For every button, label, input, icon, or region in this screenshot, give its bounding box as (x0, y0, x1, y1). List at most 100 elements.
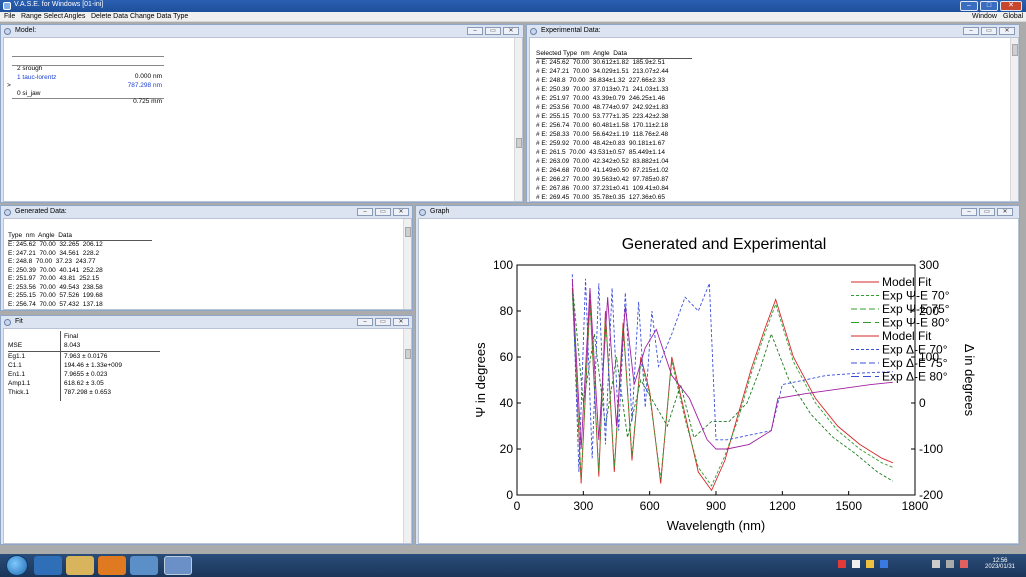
y2-tick-label: 0 (919, 396, 926, 410)
restore-button[interactable]: ▭ (485, 27, 501, 35)
volume-icon[interactable] (946, 560, 954, 568)
fit-param-value: 7.9655 ± 0.023 (64, 371, 108, 378)
clock[interactable]: 12:56 2023/01/31 (980, 558, 1020, 570)
model-scrollbar[interactable] (514, 38, 522, 201)
generated-row[interactable]: E: 245.62 70.00 32.265 206.12 (8, 241, 103, 249)
experimental-row[interactable]: # E: 269.45 70.00 35.78±0.35 127.36±0.65 (536, 194, 665, 201)
experimental-row[interactable]: # E: 259.92 70.00 48.42±0.83 90.181±1.67 (536, 140, 665, 148)
minimize-button[interactable]: – (963, 27, 979, 35)
close-button[interactable]: ✕ (1000, 1, 1022, 11)
start-button[interactable] (6, 555, 28, 576)
generated-row[interactable]: E: 247.21 70.00 34.561 228.2 (8, 250, 99, 258)
network-icon[interactable] (932, 560, 940, 568)
menu-window[interactable]: Window (972, 12, 997, 22)
y-tick-label: 80 (500, 304, 514, 318)
experimental-row[interactable]: # E: 267.86 70.00 37.231±0.41 109.41±0.8… (536, 185, 669, 193)
experimental-row[interactable]: # E: 250.39 70.00 37.013±0.71 241.03±1.3… (536, 86, 669, 94)
y2-tick-label: 300 (919, 258, 939, 272)
scroll-thumb[interactable] (405, 349, 411, 359)
window-icon (4, 28, 11, 35)
x-tick-label: 600 (640, 499, 660, 513)
y-axis-label: Ψ in degrees (473, 342, 488, 418)
menu-change-data-type[interactable]: Change Data Type (130, 12, 188, 22)
fit-col-header: Final (64, 333, 79, 340)
y-tick-label: 60 (500, 350, 514, 364)
generated-row[interactable]: E: 251.97 70.00 43.81 252.15 (8, 275, 99, 283)
generated-scrollbar[interactable] (403, 219, 411, 309)
close-button[interactable]: ✕ (393, 208, 409, 216)
scroll-thumb[interactable] (1012, 44, 1018, 56)
generated-row[interactable]: E: 256.74 70.00 57.432 137.18 (8, 301, 103, 309)
generated-content: Type nm Angle Data E: 245.62 70.00 32.26… (3, 218, 412, 310)
close-button[interactable]: ✕ (997, 208, 1013, 216)
experimental-row[interactable]: # E: 256.74 70.00 60.481±1.58 170.11±2.1… (536, 122, 668, 130)
model-window: Model: – ▭ ✕ 2 srough 0.000 nm 1 tauc-lo… (0, 24, 524, 203)
fit-scrollbar[interactable] (403, 329, 411, 543)
fit-content: Final MSE 8.043 Eg1.1 7.963 ± 0.0176 C1.1 1… (3, 328, 412, 544)
close-button[interactable]: ✕ (503, 27, 519, 35)
restore-button[interactable]: ▭ (981, 27, 997, 35)
close-button[interactable]: ✕ (393, 318, 409, 326)
menu-angles[interactable]: Angles (64, 12, 85, 22)
help-icon[interactable] (880, 560, 888, 568)
ime-icon[interactable] (852, 560, 860, 568)
menu-range-select[interactable]: Range Select (21, 12, 63, 22)
close-button[interactable]: ✕ (999, 27, 1015, 35)
generated-row[interactable]: E: 250.39 70.00 40.141 252.28 (8, 267, 103, 275)
menu-global[interactable]: Global (1003, 12, 1023, 22)
restore-button[interactable]: ▭ (375, 318, 391, 326)
tray-icon-2[interactable] (866, 560, 874, 568)
x-tick-label: 300 (573, 499, 593, 513)
generated-row[interactable]: E: 248.8 70.00 37.23 243.77 (8, 258, 95, 266)
minimize-button[interactable]: – (467, 27, 483, 35)
tray-icon-3[interactable] (960, 560, 968, 568)
restore-button[interactable]: ▭ (375, 208, 391, 216)
graph-window-title: Graph (430, 208, 450, 215)
generated-window-title: Generated Data: (15, 208, 67, 215)
tray-icon-1[interactable] (838, 560, 846, 568)
legend-label: Model Fit (882, 329, 932, 343)
mse-label: MSE (8, 342, 23, 349)
legend-label: Model Fit (882, 275, 932, 289)
y-tick-label: 40 (500, 396, 514, 410)
scroll-thumb[interactable] (516, 138, 522, 148)
experimental-row[interactable]: # E: 245.62 70.00 30.612±1.82 185.9±2.51 (536, 59, 665, 67)
maximize-button[interactable]: □ (980, 1, 998, 11)
scroll-thumb[interactable] (405, 227, 411, 237)
generated-row[interactable]: E: 255.15 70.00 57.526 199.68 (8, 292, 103, 300)
generated-row[interactable]: E: 253.56 70.00 49.543 238.58 (8, 284, 103, 292)
media-player-icon[interactable] (98, 556, 126, 575)
experimental-row[interactable]: # E: 253.56 70.00 48.774±0.97 242.92±1.8… (536, 104, 669, 112)
layer-row[interactable]: > 0 si_jaw 0.725 mm (7, 74, 164, 114)
experimental-row[interactable]: # E: 266.27 70.00 39.563±0.42 97.785±0.8… (536, 176, 669, 184)
paint-icon[interactable] (130, 556, 158, 575)
layer-thickness: 0.725 mm (133, 98, 162, 105)
experimental-row[interactable]: # E: 261.5 70.00 43.531±0.57 85.449±1.14 (536, 149, 665, 157)
ie-icon[interactable] (34, 556, 62, 575)
experimental-row[interactable]: # E: 258.33 70.00 56.642±1.19 118.76±2.4… (536, 131, 668, 139)
experimental-row[interactable]: # E: 248.8 70.00 36.834±1.32 227.66±2.33 (536, 77, 665, 85)
minimize-button[interactable]: – (960, 1, 978, 11)
minimize-button[interactable]: – (357, 318, 373, 326)
taskbar: 12:56 2023/01/31 (0, 554, 1026, 577)
model-content: 2 srough 0.000 nm 1 tauc-lorentz 787.298… (3, 37, 523, 202)
restore-button[interactable]: ▭ (979, 208, 995, 216)
minimize-button[interactable]: – (357, 208, 373, 216)
fit-param-name: Amp1.1 (8, 380, 31, 387)
experimental-row[interactable]: # E: 251.97 70.00 43.39±0.79 246.25±1.46 (536, 95, 665, 103)
app-title-bar: V.A.S.E. for Windows [01-ini] – □ ✕ (0, 0, 1026, 12)
vase-app-icon[interactable] (164, 556, 192, 575)
menu-file[interactable]: File (4, 12, 15, 22)
experimental-row[interactable]: # E: 264.68 70.00 41.149±0.50 87.215±1.0… (536, 167, 669, 175)
minimize-button[interactable]: – (961, 208, 977, 216)
experimental-data-window: Experimental Data: – ▭ ✕ Selected Type n… (526, 24, 1020, 203)
menu-delete-data[interactable]: Delete Data (91, 12, 128, 22)
experimental-scrollbar[interactable] (1010, 38, 1018, 201)
experimental-row[interactable]: # E: 247.21 70.00 34.029±1.51 213.07±2.4… (536, 68, 669, 76)
experimental-row[interactable]: # E: 255.15 70.00 53.777±1.35 223.42±2.3… (536, 113, 669, 121)
experimental-row[interactable]: # E: 263.09 70.00 42.342±0.52 83.882±1.0… (536, 158, 669, 166)
y-tick-label: 100 (493, 258, 513, 272)
window-icon (530, 28, 537, 35)
fit-param-value: 618.62 ± 3.05 (64, 380, 104, 387)
explorer-icon[interactable] (66, 556, 94, 575)
